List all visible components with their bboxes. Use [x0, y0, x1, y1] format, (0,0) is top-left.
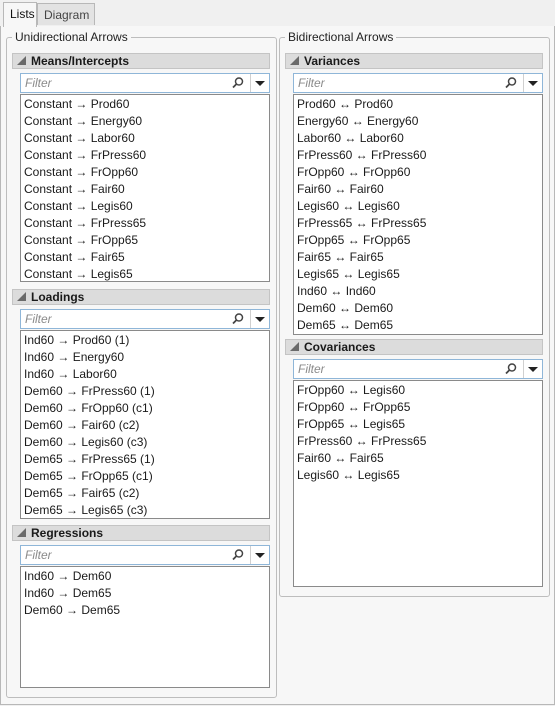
list-item[interactable]: Dem65 ↔ Dem65 [297, 317, 542, 334]
list-item[interactable]: FrOpp65 ↔ FrOpp65 [297, 232, 542, 249]
search-icon[interactable] [504, 76, 518, 90]
list-item[interactable]: Labor60 ↔ Labor60 [297, 130, 542, 147]
covariances-section: Covariances Filter FrOpp60 ↔ Legis60 FrOp… [285, 339, 543, 587]
loadings-section-title: Loadings [31, 290, 85, 304]
loadings-listbox[interactable]: Ind60 → Prod60 (1) Ind60 → Energy60 Ind60 … [20, 330, 270, 519]
list-item[interactable]: FrPress60 ↔ FrPress60 [297, 147, 542, 164]
search-icon[interactable] [231, 548, 245, 562]
regressions-filter-field[interactable]: Filter [20, 545, 270, 565]
means-listbox[interactable]: Constant → Prod60 Constant → Energy60 Cons… [20, 94, 270, 282]
covariances-listbox[interactable]: FrOpp60 ↔ Legis60 FrOpp60 ↔ FrOpp65 FrOpp6… [293, 380, 543, 587]
means-section-header[interactable]: Means/Intercepts [12, 53, 270, 69]
list-item[interactable]: FrOpp60 ↔ Legis60 [297, 382, 542, 399]
list-item[interactable]: Dem60 → Fair60 (c2) [24, 417, 269, 434]
disclosure-triangle-icon[interactable] [17, 292, 26, 301]
tab-bar: Lists Diagram [0, 0, 555, 27]
bidirectional-group: Bidirectional Arrows Variances Filter Pr… [279, 30, 550, 597]
list-item[interactable]: Dem65 → FrOpp65 (c1) [24, 468, 269, 485]
loadings-section-header[interactable]: Loadings [12, 289, 270, 305]
regressions-section-header[interactable]: Regressions [12, 525, 270, 541]
tab-content: Unidirectional Arrows Means/Intercepts F… [0, 26, 555, 705]
variances-filter-input[interactable]: Filter [298, 76, 325, 91]
list-item[interactable]: Fair60 ↔ Fair65 [297, 450, 542, 467]
list-item[interactable]: Dem60 ↔ Dem60 [297, 300, 542, 317]
list-item[interactable]: Ind60 → Energy60 [24, 349, 269, 366]
tab-diagram[interactable]: Diagram [37, 3, 95, 25]
list-item[interactable]: FrOpp65 ↔ Legis65 [297, 416, 542, 433]
list-item[interactable]: FrPress65 ↔ FrPress65 [297, 215, 542, 232]
list-item[interactable]: Fair60 ↔ Fair60 [297, 181, 542, 198]
list-item[interactable]: Constant → Labor60 [24, 130, 269, 147]
bidirectional-group-title: Bidirectional Arrows [285, 30, 397, 44]
list-item[interactable]: Dem60 → Dem65 [24, 602, 269, 619]
list-item[interactable]: Constant → Fair60 [24, 181, 269, 198]
dropdown-arrow-icon[interactable] [523, 360, 542, 378]
regressions-filter-input[interactable]: Filter [25, 548, 52, 563]
regressions-section-title: Regressions [31, 526, 104, 540]
tab-lists[interactable]: Lists [3, 2, 37, 27]
list-item[interactable]: Constant → Fair65 [24, 249, 269, 266]
list-item[interactable]: Constant → Energy60 [24, 113, 269, 130]
list-item[interactable]: Dem60 → FrPress60 (1) [24, 383, 269, 400]
list-item[interactable]: Ind60 → Prod60 (1) [24, 332, 269, 349]
disclosure-triangle-icon[interactable] [17, 56, 26, 65]
variances-filter-field[interactable]: Filter [293, 73, 543, 93]
search-icon[interactable] [231, 76, 245, 90]
variances-section-title: Variances [304, 54, 361, 68]
list-item[interactable]: Legis60 ↔ Legis60 [297, 198, 542, 215]
covariances-filter-input[interactable]: Filter [298, 362, 325, 377]
list-item[interactable]: Ind60 → Dem60 [24, 568, 269, 585]
covariances-section-title: Covariances [304, 340, 376, 354]
list-item[interactable]: Dem65 → FrPress65 (1) [24, 451, 269, 468]
list-item[interactable]: Ind60 → Dem65 [24, 585, 269, 602]
list-item[interactable]: Fair65 ↔ Fair65 [297, 249, 542, 266]
list-item[interactable]: Constant → FrOpp60 [24, 164, 269, 181]
list-item[interactable]: Prod60 ↔ Prod60 [297, 96, 542, 113]
list-item[interactable]: Constant → FrOpp65 [24, 232, 269, 249]
list-item[interactable]: Constant → FrPress65 [24, 215, 269, 232]
list-item[interactable]: FrPress60 ↔ FrPress65 [297, 433, 542, 450]
disclosure-triangle-icon[interactable] [290, 342, 299, 351]
regressions-section: Regressions Filter Ind60 → Dem60 Ind60 → … [12, 525, 270, 688]
dropdown-arrow-icon[interactable] [250, 74, 269, 92]
means-filter-field[interactable]: Filter [20, 73, 270, 93]
means-section-title: Means/Intercepts [31, 54, 130, 68]
loadings-filter-field[interactable]: Filter [20, 309, 270, 329]
list-item[interactable]: Dem65 → Fair65 (c2) [24, 485, 269, 502]
list-item[interactable]: Ind60 ↔ Ind60 [297, 283, 542, 300]
covariances-filter-field[interactable]: Filter [293, 359, 543, 379]
list-item[interactable]: FrOpp60 ↔ FrOpp65 [297, 399, 542, 416]
list-item[interactable]: Constant → Legis65 [24, 266, 269, 283]
dropdown-arrow-icon[interactable] [250, 546, 269, 564]
list-item[interactable]: Ind60 → Labor60 [24, 366, 269, 383]
list-item[interactable]: Constant → Prod60 [24, 96, 269, 113]
search-icon[interactable] [231, 312, 245, 326]
loadings-filter-input[interactable]: Filter [25, 312, 52, 327]
disclosure-triangle-icon[interactable] [290, 56, 299, 65]
list-item[interactable]: Constant → FrPress60 [24, 147, 269, 164]
list-item[interactable]: Dem65 → Legis65 (c3) [24, 502, 269, 519]
variances-listbox[interactable]: Prod60 ↔ Prod60 Energy60 ↔ Energy60 Labor6… [293, 94, 543, 335]
disclosure-triangle-icon[interactable] [17, 528, 26, 537]
means-section: Means/Intercepts Filter Constant → Prod6… [12, 53, 270, 283]
list-item[interactable]: Legis65 ↔ Legis65 [297, 266, 542, 283]
list-item[interactable]: FrOpp60 ↔ FrOpp60 [297, 164, 542, 181]
search-icon[interactable] [504, 362, 518, 376]
dropdown-arrow-icon[interactable] [523, 74, 542, 92]
list-item[interactable]: Legis60 ↔ Legis65 [297, 467, 542, 484]
covariances-section-header[interactable]: Covariances [285, 339, 543, 355]
variances-section-header[interactable]: Variances [285, 53, 543, 69]
loadings-section: Loadings Filter Ind60 → Prod60 (1) Ind60 … [12, 289, 270, 519]
regressions-listbox[interactable]: Ind60 → Dem60 Ind60 → Dem65 Dem60 → Dem65 [20, 566, 270, 688]
unidirectional-group-title: Unidirectional Arrows [12, 30, 131, 44]
list-item[interactable]: Energy60 ↔ Energy60 [297, 113, 542, 130]
list-item[interactable]: Dem60 → Legis60 (c3) [24, 434, 269, 451]
dropdown-arrow-icon[interactable] [250, 310, 269, 328]
variances-section: Variances Filter Prod60 ↔ Prod60 Energy60… [285, 53, 543, 335]
list-item[interactable]: Constant → Legis60 [24, 198, 269, 215]
means-filter-input[interactable]: Filter [25, 76, 52, 91]
unidirectional-group: Unidirectional Arrows Means/Intercepts F… [6, 30, 277, 698]
list-item[interactable]: Dem60 → FrOpp60 (c1) [24, 400, 269, 417]
